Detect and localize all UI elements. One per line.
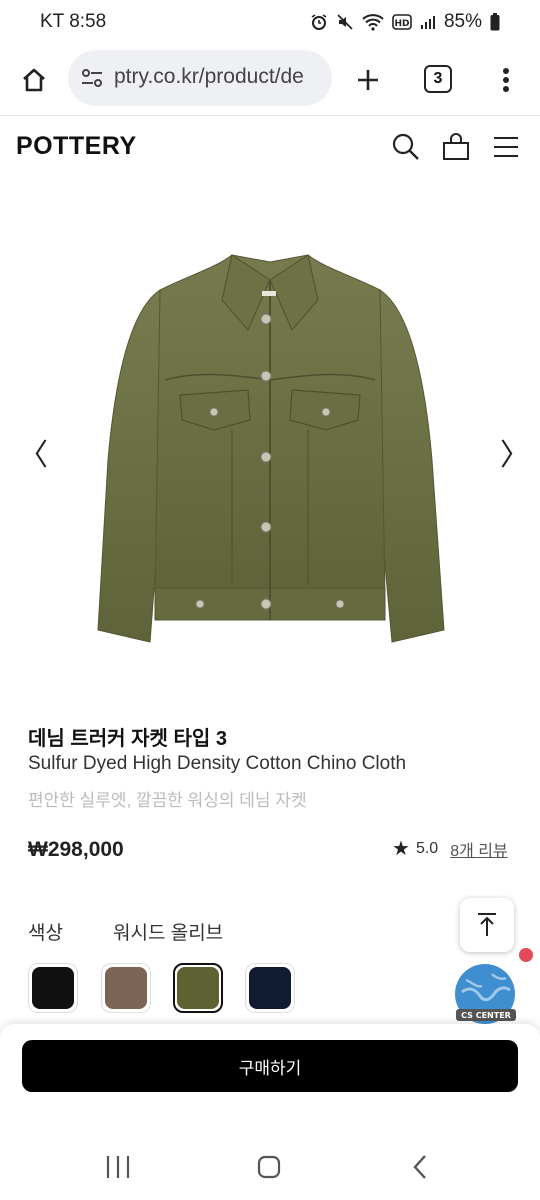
selected-color-name: 워시드 올리브: [113, 923, 224, 944]
scroll-to-top-button[interactable]: [460, 898, 514, 952]
url-text[interactable]: ptry.co.kr/product/de: [114, 65, 304, 89]
color-swatch-navy[interactable]: [245, 963, 295, 1013]
home-button[interactable]: [14, 60, 54, 100]
home-nav-icon[interactable]: [256, 1154, 282, 1180]
battery-icon: [490, 13, 500, 31]
shopping-bag-icon: [443, 133, 469, 160]
rating-summary: ★ 5.0 8개 리뷰: [392, 836, 508, 861]
cs-center-button[interactable]: CS CENTER: [452, 962, 518, 1028]
product-description: 편안한 실루엣, 깔끔한 워싱의 데님 자켓: [28, 791, 307, 810]
product-name-korean: 데님 트러커 자켓 타입 3: [28, 728, 227, 750]
alarm-icon: [311, 14, 327, 30]
address-bar[interactable]: ptry.co.kr/product/de: [68, 50, 332, 106]
hamburger-icon: [494, 137, 518, 157]
status-icons: HD 85%: [310, 11, 500, 33]
product-image: [97, 254, 445, 643]
battery-percent: 85%: [443, 11, 482, 32]
status-bar: KT 8:58 HD 85%: [0, 0, 540, 44]
plus-icon: [358, 70, 378, 90]
color-swatch-olive[interactable]: [173, 963, 223, 1013]
product-image-carousel[interactable]: 〈 〉: [0, 180, 540, 695]
product-name-english: Sulfur Dyed High Density Cotton Chino Cl…: [28, 753, 407, 774]
browser-menu-button[interactable]: [488, 60, 524, 100]
product-price: ₩298,000: [28, 838, 124, 861]
buy-button[interactable]: 구매하기: [22, 1040, 518, 1092]
more-vert-icon: [503, 68, 509, 92]
site-logo[interactable]: POTTERY: [16, 132, 137, 161]
wifi-icon: [362, 14, 384, 31]
color-option-label: 색상: [28, 923, 63, 944]
browser-toolbar: ptry.co.kr/product/de 3: [0, 44, 540, 116]
status-time: KT 8:58: [40, 11, 107, 32]
site-header: POTTERY: [0, 117, 540, 179]
recent-apps-icon[interactable]: [103, 1154, 133, 1180]
mute-icon: [337, 14, 353, 30]
notification-dot: [519, 948, 533, 962]
purchase-bar: 구매하기: [0, 1024, 540, 1134]
review-link[interactable]: 8개 리뷰: [450, 837, 508, 861]
back-icon[interactable]: [410, 1154, 430, 1180]
cs-center-label: CS CENTER: [461, 1011, 511, 1020]
globe-icon: CS CENTER: [455, 964, 516, 1024]
carousel-next-button[interactable]: 〉: [500, 430, 530, 474]
home-icon: [23, 68, 45, 92]
signal-icon: [420, 16, 435, 29]
star-icon: ★: [392, 838, 410, 860]
rating-value: 5.0: [415, 839, 439, 857]
new-tab-button[interactable]: [348, 60, 388, 100]
color-swatch-brown[interactable]: [101, 963, 151, 1013]
menu-button[interactable]: [490, 131, 522, 163]
carousel-prev-button[interactable]: 〈: [18, 430, 48, 474]
search-button[interactable]: [390, 131, 422, 163]
system-navigation-bar: [0, 1134, 540, 1200]
arrow-up-icon: [478, 913, 496, 936]
tab-switcher-button[interactable]: 3: [424, 65, 452, 93]
search-icon: [392, 133, 419, 160]
color-swatch-black[interactable]: [28, 963, 78, 1013]
hd-icon: HD: [392, 14, 412, 30]
site-settings-icon[interactable]: [80, 68, 104, 88]
svg-text:HD: HD: [394, 19, 409, 29]
cart-button[interactable]: [440, 131, 472, 163]
